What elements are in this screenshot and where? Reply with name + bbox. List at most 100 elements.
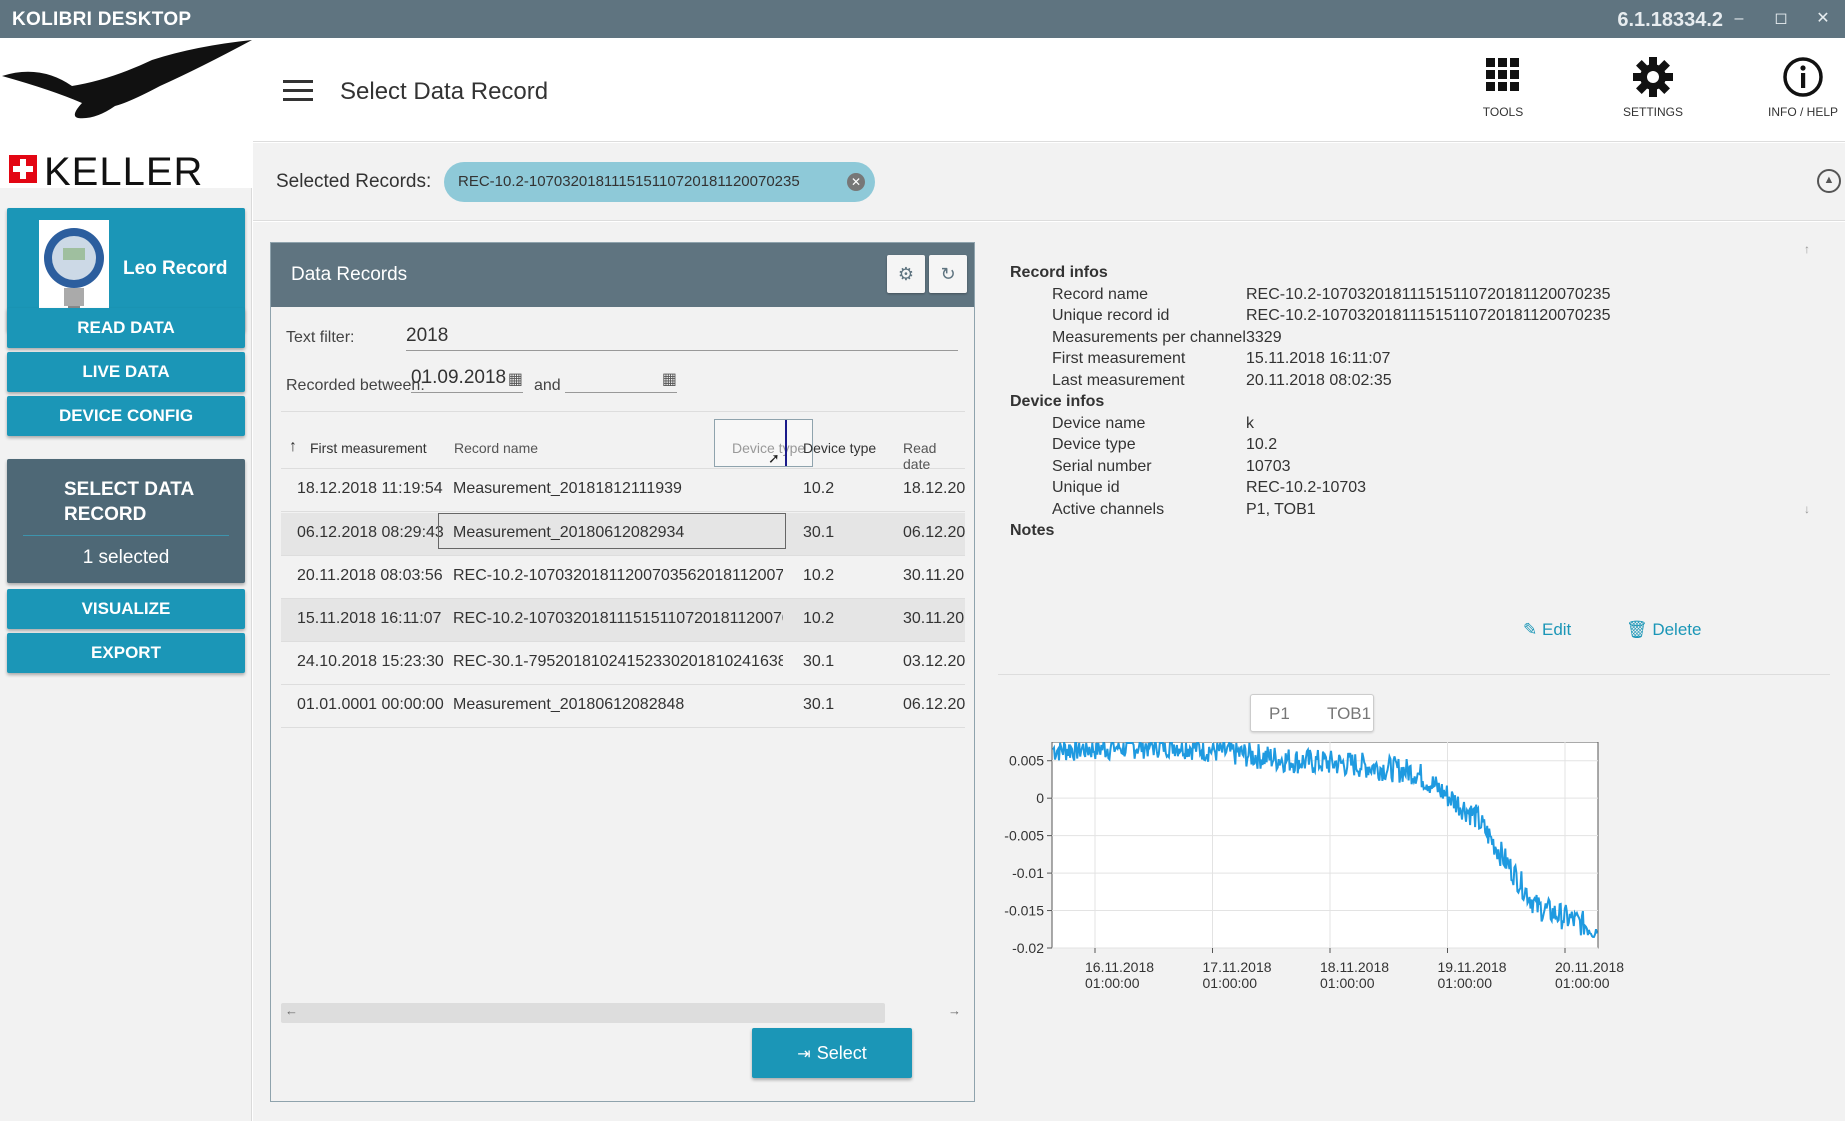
gear-icon: ⚙ bbox=[897, 264, 915, 284]
scroll-right-icon[interactable]: → bbox=[948, 1003, 961, 1018]
info-value: P1, TOB1 bbox=[1246, 501, 1316, 518]
dragging-column-header[interactable]: Device type ➚ bbox=[714, 419, 813, 467]
delete-label: Delete bbox=[1652, 620, 1702, 639]
table-row[interactable]: 06.12.2018 08:29:43 Measurement_20180612… bbox=[281, 513, 965, 556]
info-value: REC-10.2-10703 bbox=[1246, 479, 1367, 496]
info-key: Last measurement bbox=[1052, 372, 1185, 389]
x-tick-label: 01:00:00 bbox=[1203, 975, 1258, 991]
grid-settings-button[interactable]: ⚙ bbox=[887, 255, 925, 293]
calendar-icon[interactable]: ▦ bbox=[508, 369, 523, 389]
grid-icon bbox=[1486, 58, 1519, 91]
date-from-input[interactable]: 01.09.2018 ▦ bbox=[411, 367, 523, 393]
column-record-name[interactable]: Record name bbox=[454, 440, 538, 456]
table-row[interactable]: 18.12.2018 11:19:54 Measurement_20181812… bbox=[281, 469, 965, 512]
selected-record-chip[interactable]: REC-10.2-1070320181115151107201811200702… bbox=[444, 162, 875, 202]
measurement-chart: 0.0050-0.005-0.01-0.015-0.0216.11.201801… bbox=[1004, 742, 1624, 991]
menu-icon[interactable] bbox=[283, 80, 313, 102]
scroll-down-icon[interactable]: ↓ bbox=[1804, 502, 1810, 516]
calendar-icon[interactable]: ▦ bbox=[662, 369, 677, 389]
main-content: Data Records ⚙ ↻ Text filter: 2018 Recor… bbox=[253, 222, 1845, 1121]
tools-button[interactable]: TOOLS bbox=[1443, 56, 1563, 119]
horizontal-scrollbar[interactable]: ← → bbox=[281, 1003, 965, 1023]
x-tick-label: 16.11.2018 bbox=[1085, 959, 1154, 975]
info-key: Device type bbox=[1052, 436, 1136, 453]
mouse-cursor-icon: ➚ bbox=[768, 450, 780, 466]
column-read-date[interactable]: Read date bbox=[903, 440, 965, 472]
x-tick-label: 01:00:00 bbox=[1555, 975, 1610, 991]
select-data-record-button[interactable]: SELECT DATA RECORD 1 selected bbox=[7, 459, 245, 583]
table-row[interactable]: 20.11.2018 08:03:56 REC-10.2-10703201811… bbox=[281, 556, 965, 599]
record-infos-title: Record infos bbox=[1010, 264, 1108, 281]
table-row[interactable]: 01.01.0001 00:00:00 Measurement_20180612… bbox=[281, 685, 965, 728]
close-icon[interactable]: ✕ bbox=[1805, 4, 1841, 34]
page-title: Select Data Record bbox=[340, 78, 549, 105]
select-button[interactable]: ⇥ Select bbox=[752, 1028, 912, 1078]
cell-first-measurement: 20.11.2018 08:03:56 bbox=[297, 567, 443, 584]
info-key: Device name bbox=[1052, 415, 1146, 432]
visualize-button[interactable]: VISUALIZE bbox=[7, 589, 245, 629]
scrollbar-thumb[interactable] bbox=[281, 1003, 885, 1023]
info-icon bbox=[1783, 57, 1823, 97]
info-value: REC-10.2-1070320181115151107201811200702… bbox=[1246, 286, 1611, 303]
selected-records-label: Selected Records: bbox=[276, 171, 432, 192]
settings-label: SETTINGS bbox=[1622, 105, 1683, 119]
info-key: First measurement bbox=[1052, 350, 1186, 367]
tab-p1[interactable]: P1 bbox=[1269, 704, 1290, 724]
scroll-left-icon[interactable]: ← bbox=[285, 1003, 298, 1018]
minimize-icon[interactable]: ‒ bbox=[1721, 4, 1757, 34]
y-tick-label: 0 bbox=[1036, 790, 1044, 806]
text-filter-input[interactable]: 2018 bbox=[406, 325, 958, 351]
cell-record-name: REC-30.1-79520181024152330201810241638​3… bbox=[453, 653, 783, 670]
cell-read-date: 06.12.201 bbox=[903, 696, 965, 713]
x-tick-label: 19.11.2018 bbox=[1438, 959, 1507, 975]
vertical-scrollbar[interactable]: ↑ ↓ bbox=[1802, 242, 1818, 522]
cell-first-measurement: 18.12.2018 11:19:54 bbox=[297, 480, 443, 497]
version-label: 6.1.18334.2 bbox=[1617, 9, 1723, 31]
export-button[interactable]: EXPORT bbox=[7, 633, 245, 673]
sort-ascending-icon[interactable]: ↑ bbox=[289, 438, 297, 456]
read-data-button[interactable]: READ DATA bbox=[7, 308, 245, 348]
live-data-button[interactable]: LIVE DATA bbox=[7, 352, 245, 392]
scroll-up-icon[interactable]: ↑ bbox=[1804, 242, 1810, 256]
maximize-icon[interactable]: ◻ bbox=[1763, 4, 1799, 34]
info-value: 20.11.2018 08:02:35 bbox=[1246, 372, 1392, 389]
date-to-input[interactable]: ▦ bbox=[565, 367, 677, 393]
selected-records-bar: Selected Records: REC-10.2-1070320181115… bbox=[253, 143, 1845, 221]
cell-read-date: 06.12.201 bbox=[903, 524, 965, 541]
plot-area bbox=[1051, 742, 1599, 949]
cell-device-type: 30.1 bbox=[803, 653, 835, 670]
device-config-button[interactable]: DEVICE CONFIG bbox=[7, 396, 245, 436]
table-row[interactable]: 24.10.2018 15:23:30 REC-30.1-79520181024… bbox=[281, 642, 965, 685]
column-first-measurement[interactable]: First measurement bbox=[310, 440, 427, 456]
cell-device-type: 10.2 bbox=[803, 480, 835, 497]
cell-record-name: REC-10.2-1070320181120070356201811200704… bbox=[453, 567, 783, 584]
device-name: Leo Record bbox=[123, 258, 228, 279]
refresh-button[interactable]: ↻ bbox=[929, 255, 967, 293]
recorded-between-label: Recorded between: bbox=[286, 377, 425, 394]
info-help-button[interactable]: INFO / HELP bbox=[1743, 56, 1845, 119]
keller-logo: KELLER bbox=[0, 38, 252, 194]
header: Select Data Record TOOLS SETTINGS INFO /… bbox=[253, 38, 1845, 142]
pressure-gauge-icon bbox=[44, 228, 104, 316]
divider bbox=[281, 411, 965, 412]
settings-button[interactable]: SETTINGS bbox=[1593, 56, 1713, 119]
column-device-type[interactable]: Device type bbox=[803, 440, 876, 456]
info-value: 10703 bbox=[1246, 458, 1291, 475]
edit-button[interactable]: ✎ Edit bbox=[1523, 620, 1571, 640]
cell-record-name: Measurement_20181812111939 bbox=[453, 480, 682, 497]
info-key: Unique id bbox=[1052, 479, 1120, 496]
cell-first-measurement: 24.10.2018 15:23:30 bbox=[297, 653, 444, 670]
remove-chip-icon[interactable]: ✕ bbox=[847, 173, 865, 191]
y-tick-label: -0.02 bbox=[1012, 940, 1044, 956]
select-label: Select bbox=[816, 1043, 867, 1063]
table-row[interactable]: 15.11.2018 16:11:07 REC-10.2-10703201811… bbox=[281, 599, 965, 642]
edit-label: Edit bbox=[1541, 620, 1572, 639]
delete-button[interactable]: 🗑 Delete bbox=[1626, 620, 1701, 640]
tab-tob1[interactable]: TOB1 bbox=[1327, 704, 1371, 724]
notes-title: Notes bbox=[1010, 522, 1055, 539]
title-bar: KOLIBRI DESKTOP 6.1.18334.2 ‒ ◻ ✕ bbox=[0, 0, 1845, 38]
collapse-icon[interactable]: ▲ bbox=[1817, 169, 1841, 193]
divider bbox=[23, 535, 229, 536]
device-thumbnail bbox=[39, 220, 109, 320]
tools-label: TOOLS bbox=[1482, 105, 1524, 119]
